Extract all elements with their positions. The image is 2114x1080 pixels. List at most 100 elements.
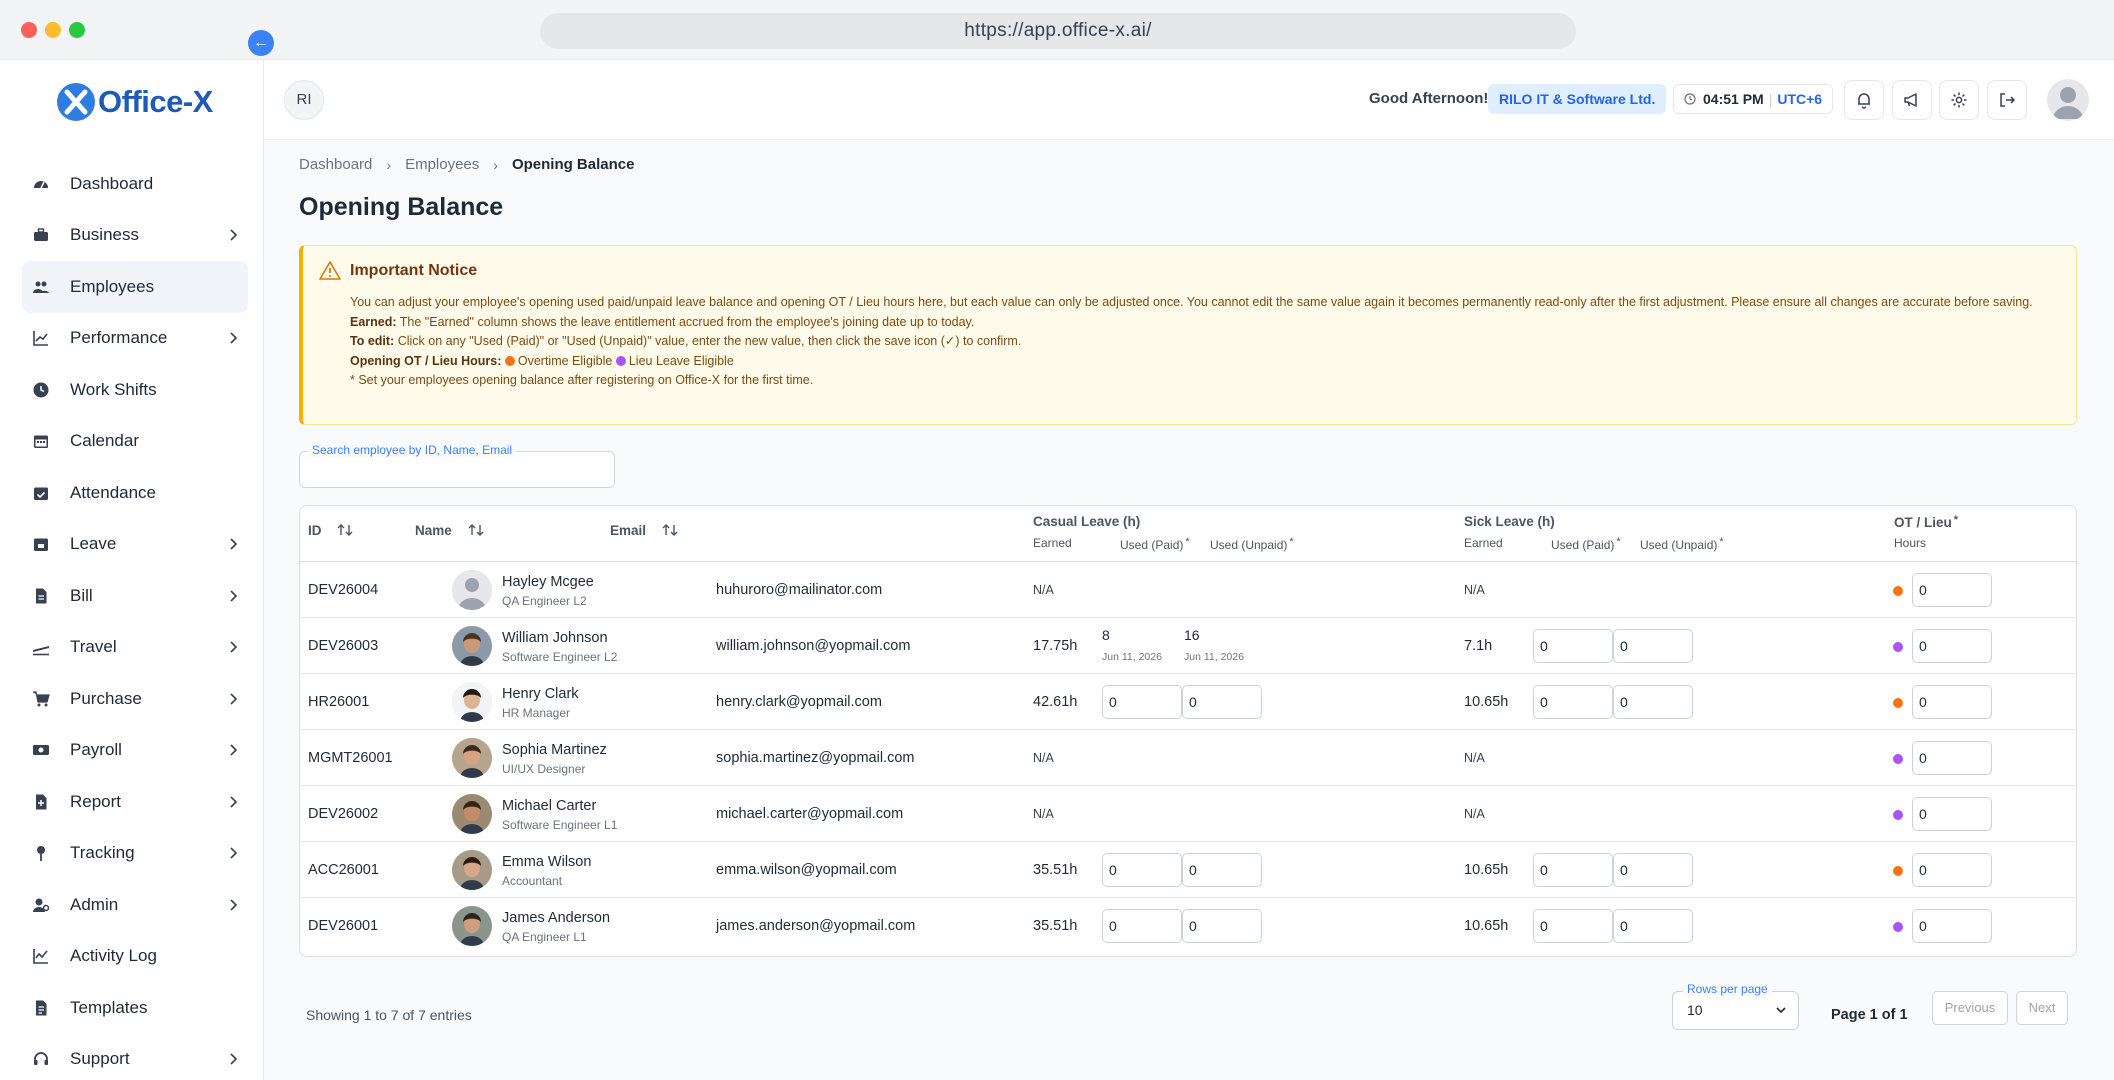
page-info: Page 1 of 1 bbox=[1831, 1007, 1908, 1023]
rows-per-page-select[interactable]: Rows per page 10 bbox=[1672, 982, 1799, 1030]
users-icon bbox=[33, 281, 49, 293]
employee-name: William Johnson bbox=[502, 630, 608, 646]
sick-earned: 10.65h bbox=[1464, 862, 1509, 878]
table-row: DEV26004 Hayley Mcgee QA Engineer L2 huhuro… bbox=[300, 562, 2076, 618]
sidebar-item-label: Calendar bbox=[70, 431, 139, 451]
money-icon bbox=[33, 745, 49, 756]
company-badge: RILO IT & Software Ltd. bbox=[1488, 84, 1667, 114]
ot-lieu-hours-input[interactable]: 0 bbox=[1912, 909, 1992, 943]
ot-lieu-hours-input[interactable]: 0 bbox=[1912, 685, 1992, 719]
sidebar-item-work-shifts[interactable]: Work Shifts bbox=[22, 364, 248, 416]
sidebar-item-purchase[interactable]: Purchase bbox=[22, 673, 248, 725]
casual-used-unpaid-subheader: Used (Unpaid) * bbox=[1210, 536, 1294, 552]
casual-used-paid-input[interactable]: 0 bbox=[1102, 909, 1182, 943]
chevron-right-icon bbox=[230, 847, 238, 859]
calendar-leave-icon bbox=[34, 538, 48, 552]
ot-lieu-hours-input[interactable]: 0 bbox=[1912, 629, 1992, 663]
sidebar-item-activity-log[interactable]: Activity Log bbox=[22, 931, 248, 983]
breadcrumb-employees[interactable]: Employees bbox=[405, 156, 479, 173]
gear-icon bbox=[1951, 92, 1967, 108]
sidebar-item-business[interactable]: Business bbox=[22, 210, 248, 262]
user-avatar[interactable] bbox=[2047, 79, 2089, 121]
opening-balance-table: ID Name Email Casual Leave (h) Earned Us… bbox=[299, 505, 2077, 957]
sidebar-item-tracking[interactable]: Tracking bbox=[22, 828, 248, 880]
window-close-button[interactable] bbox=[21, 22, 37, 38]
workspace-initials-badge[interactable]: RI bbox=[284, 80, 324, 120]
sick-used-paid-input[interactable]: 0 bbox=[1533, 909, 1613, 943]
overtime-eligible-dot bbox=[1893, 586, 1903, 596]
sort-icon[interactable] bbox=[468, 523, 484, 537]
ot-lieu-hours-input[interactable]: 0 bbox=[1912, 797, 1992, 831]
sidebar-item-dashboard[interactable]: Dashboard bbox=[22, 158, 248, 210]
casual-used-paid-input[interactable]: 0 bbox=[1102, 853, 1182, 887]
sidebar-item-bill[interactable]: Bill bbox=[22, 570, 248, 622]
notice-line-earned: Earned: The "Earned" column shows the le… bbox=[350, 314, 975, 329]
user-silhouette-icon bbox=[2053, 87, 2083, 119]
window-maximize-button[interactable] bbox=[69, 22, 85, 38]
sidebar-item-report[interactable]: Report bbox=[22, 776, 248, 828]
employee-role: Accountant bbox=[502, 874, 563, 888]
employee-role: QA Engineer L2 bbox=[502, 594, 587, 608]
column-name-header[interactable]: Name bbox=[415, 523, 484, 538]
sort-icon[interactable] bbox=[662, 523, 678, 537]
table-row: DEV26003 William Johnson Software Engineer… bbox=[300, 618, 2076, 674]
notifications-button[interactable] bbox=[1844, 80, 1884, 120]
admin-icon bbox=[33, 898, 50, 912]
search-input[interactable] bbox=[310, 460, 600, 480]
casual-used-unpaid-input[interactable]: 0 bbox=[1182, 909, 1262, 943]
sidebar-item-templates[interactable]: Templates bbox=[22, 982, 248, 1034]
chevron-right-icon bbox=[230, 229, 238, 241]
logout-button[interactable] bbox=[1987, 80, 2027, 120]
casual-used-paid-input[interactable]: 0 bbox=[1102, 685, 1182, 719]
lieu-eligible-dot bbox=[1893, 754, 1903, 764]
breadcrumb-dashboard[interactable]: Dashboard bbox=[299, 156, 372, 173]
sick-used-paid-input[interactable]: 0 bbox=[1533, 629, 1613, 663]
sidebar: Office-X Dashboard Business Employees Perfo… bbox=[0, 60, 264, 1080]
column-id-header[interactable]: ID bbox=[308, 523, 353, 538]
window-minimize-button[interactable] bbox=[45, 22, 61, 38]
sort-icon[interactable] bbox=[337, 523, 353, 537]
sidebar-item-attendance[interactable]: Attendance bbox=[22, 467, 248, 519]
timezone-label: UTC+6 bbox=[1777, 91, 1823, 107]
casual-used-unpaid-input[interactable]: 0 bbox=[1182, 853, 1262, 887]
sick-earned: 7.1h bbox=[1464, 638, 1493, 654]
column-email-header[interactable]: Email bbox=[610, 523, 678, 538]
address-bar[interactable]: https://app.office-x.ai/ bbox=[540, 13, 1576, 49]
employee-email: huhuroro@mailinator.com bbox=[716, 582, 883, 598]
sick-used-unpaid-input[interactable]: 0 bbox=[1613, 853, 1693, 887]
employee-avatar bbox=[452, 738, 492, 778]
announcements-button[interactable] bbox=[1892, 80, 1932, 120]
sidebar-item-label: Admin bbox=[70, 894, 119, 914]
plane-icon bbox=[33, 646, 49, 656]
sidebar-item-calendar[interactable]: Calendar bbox=[22, 416, 248, 468]
previous-page-button[interactable]: Previous bbox=[1932, 991, 2008, 1025]
casual-earned: N/A bbox=[1033, 751, 1054, 765]
sidebar-item-employees[interactable]: Employees bbox=[22, 261, 248, 313]
ot-lieu-hours-input[interactable]: 0 bbox=[1912, 741, 1992, 775]
sick-used-unpaid-input[interactable]: 0 bbox=[1613, 629, 1693, 663]
sidebar-item-support[interactable]: Support bbox=[22, 1034, 248, 1080]
chevron-right-icon bbox=[230, 641, 238, 653]
notice-title: Important Notice bbox=[350, 262, 478, 279]
sidebar-item-label: Performance bbox=[70, 328, 168, 348]
sick-used-paid-input[interactable]: 0 bbox=[1533, 853, 1613, 887]
next-page-button[interactable]: Next bbox=[2016, 991, 2068, 1025]
sick-used-unpaid-input[interactable]: 0 bbox=[1613, 909, 1693, 943]
sidebar-item-leave[interactable]: Leave bbox=[22, 519, 248, 571]
sidebar-item-admin[interactable]: Admin bbox=[22, 879, 248, 931]
sidebar-item-payroll[interactable]: Payroll bbox=[22, 725, 248, 777]
sidebar-toggle-button[interactable]: ← bbox=[248, 30, 274, 56]
sidebar-item-performance[interactable]: Performance bbox=[22, 313, 248, 365]
settings-button[interactable] bbox=[1939, 80, 1979, 120]
table-row: HR26001 Henry Clark HR Manager henry.clark@… bbox=[300, 674, 2076, 730]
casual-used-unpaid-input[interactable]: 0 bbox=[1182, 685, 1262, 719]
ot-lieu-hours-input[interactable]: 0 bbox=[1912, 853, 1992, 887]
employee-id: MGMT26001 bbox=[308, 750, 393, 766]
ot-lieu-hours-input[interactable]: 0 bbox=[1912, 573, 1992, 607]
sick-used-unpaid-input[interactable]: 0 bbox=[1613, 685, 1693, 719]
app-logo[interactable]: Office-X bbox=[56, 80, 213, 124]
sidebar-item-travel[interactable]: Travel bbox=[22, 622, 248, 674]
file-icon bbox=[36, 588, 47, 604]
briefcase-icon bbox=[34, 228, 48, 242]
sick-used-paid-input[interactable]: 0 bbox=[1533, 685, 1613, 719]
